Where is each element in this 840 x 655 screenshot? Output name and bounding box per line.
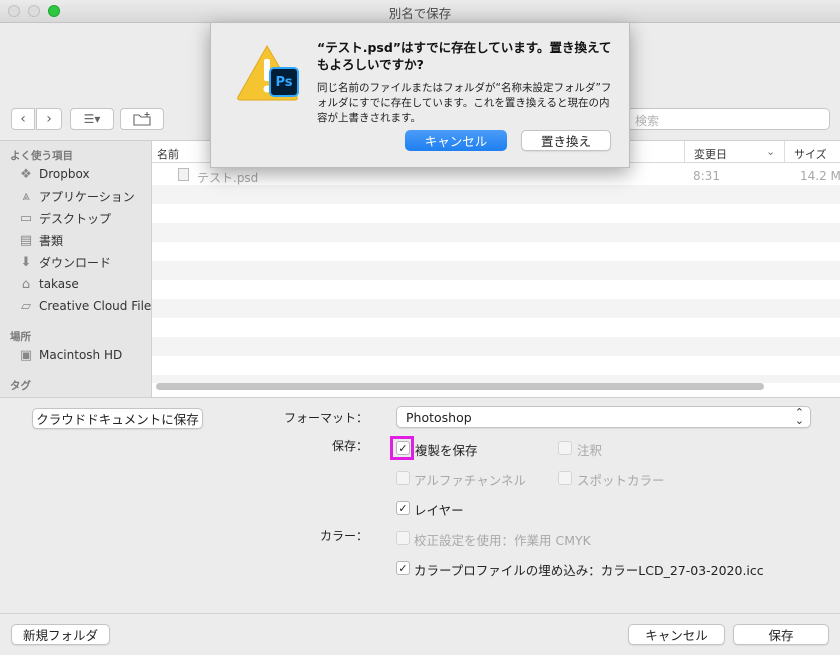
table-row[interactable]: テスト.psd 8:31 14.2 MB xyxy=(152,166,840,185)
sidebar-item-macintosh-hd[interactable]: ▣ Macintosh HD xyxy=(18,345,122,365)
sidebar-locations-header: 場所 xyxy=(10,331,31,343)
disk-icon: ▣ xyxy=(19,347,33,363)
column-name-header[interactable]: 名前 xyxy=(157,146,179,162)
alert-title: “テスト.psd”はすでに存在しています。置き換えてもよろしいですか? xyxy=(317,40,612,72)
alert-message: 同じ名前のファイルまたはフォルダが“名称未設定フォルダ”フォルダにすでに存在して… xyxy=(317,82,612,124)
desktop-icon: ▭ xyxy=(19,210,33,226)
folder-icon: ▱ xyxy=(21,298,31,314)
list-view-icon: ☰▾ xyxy=(83,112,101,126)
file-name: テスト.psd xyxy=(197,171,259,185)
sidebar-item-creative-cloud-files[interactable]: ▱ Creative Cloud Files xyxy=(18,296,158,316)
sidebar-tags-header: タグ xyxy=(10,380,31,392)
sidebar-item-label: Creative Cloud Files xyxy=(39,299,158,313)
sidebar-item-label: Dropbox xyxy=(39,167,90,181)
sidebar-item-documents[interactable]: ▤ 書類 xyxy=(18,230,63,250)
column-size-header[interactable]: サイズ xyxy=(794,146,827,162)
downloads-icon: ⬇ xyxy=(20,254,32,270)
sidebar-item-label: アプリケーション xyxy=(39,189,135,204)
sidebar-item-desktop[interactable]: ▭ デスクトップ xyxy=(18,208,111,228)
sidebar-item-takase[interactable]: ⌂ takase xyxy=(18,274,79,294)
notes-checkbox[interactable] xyxy=(558,441,572,455)
forward-button[interactable]: › xyxy=(36,108,62,130)
home-icon: ⌂ xyxy=(21,276,31,292)
layers-label: レイヤー xyxy=(414,503,464,518)
notes-label: 注釈 xyxy=(577,443,603,458)
spot-colors-label: スポットカラー xyxy=(577,473,665,488)
title-bar: 別名で保存 xyxy=(0,0,840,23)
save-button[interactable]: 保存 xyxy=(733,624,829,645)
view-mode-button[interactable]: ☰▾ xyxy=(70,108,114,130)
empty-row xyxy=(152,185,840,204)
use-proof-setup-checkbox[interactable] xyxy=(396,531,410,545)
format-label: フォーマット： xyxy=(283,411,368,425)
use-proof-setup-label: 校正設定を使用：作業用 CMYK xyxy=(414,533,591,548)
dropbox-icon: ❖ xyxy=(20,166,32,182)
replace-alert-dialog: Ps “テスト.psd”はすでに存在しています。置き換えてもよろしいですか? 同… xyxy=(210,22,630,168)
file-size: 14.2 MB xyxy=(800,169,840,183)
spot-colors-checkbox[interactable] xyxy=(558,471,572,485)
embed-profile-label: カラープロファイルの埋め込み：カラーLCD_27-03-2020.icc xyxy=(414,563,764,578)
empty-row xyxy=(152,337,840,356)
color-section-label: カラー： xyxy=(319,529,368,543)
search-input[interactable]: 検索 xyxy=(626,108,830,130)
empty-row xyxy=(152,223,840,242)
alert-replace-button[interactable]: 置き換え xyxy=(521,130,611,151)
back-button[interactable]: ‹ xyxy=(11,108,35,130)
sidebar-favorites-header: よく使う項目 xyxy=(10,150,73,162)
horizontal-scrollbar[interactable] xyxy=(156,383,764,390)
save-copy-label: 複製を保存 xyxy=(415,443,478,458)
sidebar-item-applications[interactable]: ⩓ アプリケーション xyxy=(18,186,135,206)
chevron-down-icon: ⌄ xyxy=(766,145,776,158)
format-select[interactable]: Photoshop ⌃ ⌄ xyxy=(396,406,811,428)
embed-profile-checkbox[interactable]: ✓ xyxy=(396,561,410,575)
empty-row xyxy=(152,375,840,383)
format-select-value: Photoshop xyxy=(406,409,472,425)
file-date: 8:31 xyxy=(693,169,720,183)
sidebar-item-label: Macintosh HD xyxy=(39,348,123,362)
psd-file-icon xyxy=(178,168,189,181)
save-copy-checkbox[interactable]: ✓ xyxy=(396,441,410,455)
sidebar-item-label: ダウンロード xyxy=(39,255,112,270)
new-folder-button[interactable]: 新規フォルダ xyxy=(11,624,110,645)
photoshop-app-icon: Ps xyxy=(269,67,299,97)
layers-checkbox[interactable]: ✓ xyxy=(396,501,410,515)
updown-chevron-icon: ⌃ ⌄ xyxy=(794,406,804,427)
alert-cancel-button[interactable]: キャンセル xyxy=(405,130,507,151)
chevron-right-icon: › xyxy=(46,111,52,127)
window-title: 別名で保存 xyxy=(388,6,452,21)
column-divider xyxy=(684,141,685,162)
sidebar-item-label: デスクトップ xyxy=(39,211,112,226)
applications-icon: ⩓ xyxy=(22,188,30,204)
save-section-label: 保存： xyxy=(331,439,368,453)
column-date-header[interactable]: 変更日 xyxy=(694,146,727,162)
sidebar-item-dropbox[interactable]: ❖ Dropbox xyxy=(18,164,90,184)
alpha-channels-label: アルファチャンネル xyxy=(414,473,527,488)
empty-row xyxy=(152,299,840,318)
new-folder-icon xyxy=(133,112,151,126)
sidebar-item-label: takase xyxy=(39,277,79,291)
documents-icon: ▤ xyxy=(19,232,33,248)
chevron-left-icon: ‹ xyxy=(20,111,26,127)
column-divider xyxy=(784,141,785,162)
save-to-cloud-button[interactable]: クラウドドキュメントに保存 xyxy=(32,408,203,429)
alpha-channels-checkbox[interactable] xyxy=(396,471,410,485)
sidebar-item-label: 書類 xyxy=(39,233,64,248)
empty-row xyxy=(152,261,840,280)
sidebar-item-downloads[interactable]: ⬇ ダウンロード xyxy=(18,252,111,272)
cancel-button[interactable]: キャンセル xyxy=(628,624,725,645)
new-folder-toolbar-button[interactable] xyxy=(120,108,164,130)
